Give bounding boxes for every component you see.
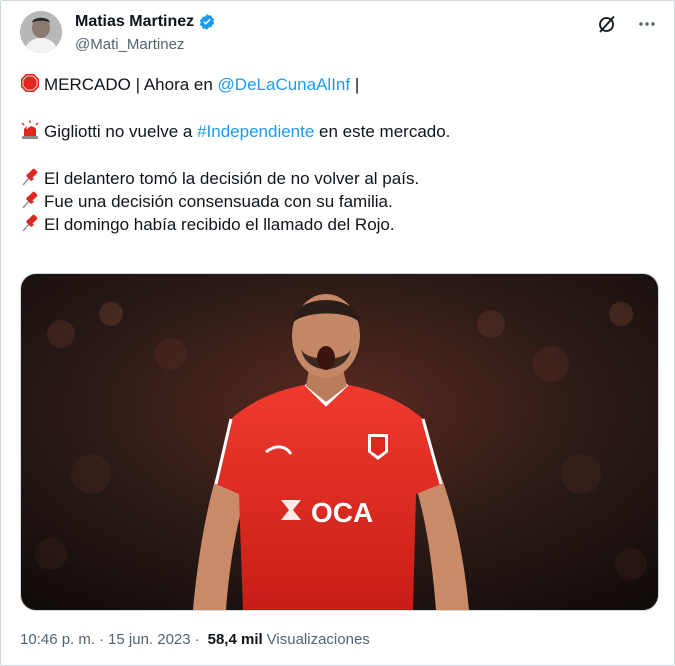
grok-icon[interactable] bbox=[596, 13, 618, 35]
tweet-line-5-text: El domingo había recibido el llamado del… bbox=[44, 215, 395, 234]
tweet-line-3-text: El delantero tomó la decisión de no volv… bbox=[44, 169, 420, 188]
tweet-line-1-text: MERCADO | Ahora en bbox=[44, 75, 218, 94]
pushpin-emoji bbox=[20, 213, 40, 233]
pushpin-emoji bbox=[20, 167, 40, 187]
verified-badge-icon bbox=[198, 13, 216, 31]
views-label[interactable]: Visualizaciones bbox=[267, 631, 370, 648]
mention-link[interactable]: @DeLaCunaAlInf bbox=[218, 75, 351, 94]
pushpin-emoji bbox=[20, 190, 40, 210]
tweet-line-1: MERCADO | Ahora en @DeLaCunaAlInf | bbox=[20, 73, 660, 96]
tweet-text: MERCADO | Ahora en @DeLaCunaAlInf | Gigl… bbox=[20, 73, 660, 236]
tweet-line-3: El delantero tomó la decisión de no volv… bbox=[20, 167, 660, 190]
tweet-line-2-text: Gigliotti no vuelve a bbox=[44, 122, 198, 141]
tweet-line-5: El domingo había recibido el llamado del… bbox=[20, 213, 660, 236]
author-name[interactable]: Matias Martinez bbox=[75, 13, 194, 31]
meta-separator: · bbox=[194, 631, 200, 648]
views-count: 58,4 mil bbox=[207, 631, 263, 648]
tweet-actions-top bbox=[596, 13, 658, 35]
tweet-time[interactable]: 10:46 p. m. bbox=[20, 631, 95, 648]
author-block: Matias Martinez @Mati_Martinez bbox=[75, 11, 216, 53]
author-handle[interactable]: @Mati_Martinez bbox=[75, 36, 216, 53]
svg-text:OCA: OCA bbox=[311, 497, 373, 528]
tweet-photo[interactable]: OCA bbox=[20, 273, 659, 611]
rotating-light-emoji bbox=[20, 120, 40, 140]
tweet-line-2-suffix: en este mercado. bbox=[314, 122, 451, 141]
tweet-date[interactable]: 15 jun. 2023 bbox=[108, 631, 191, 648]
stop-sign-emoji bbox=[20, 73, 40, 93]
avatar[interactable] bbox=[20, 11, 62, 53]
tweet-line-1-suffix: | bbox=[350, 75, 360, 94]
tweet-line-4-text: Fue una decisión consensuada con su fami… bbox=[44, 192, 393, 211]
tweet-line-2: Gigliotti no vuelve a #Independiente en … bbox=[20, 120, 660, 143]
meta-separator: · bbox=[99, 631, 105, 648]
more-icon[interactable] bbox=[636, 13, 658, 35]
tweet-card: Matias Martinez @Mati_Martinez MERCADO |… bbox=[0, 0, 675, 666]
hashtag-link[interactable]: #Independiente bbox=[197, 122, 314, 141]
tweet-meta: 10:46 p. m. · 15 jun. 2023 · 58,4 mil Vi… bbox=[20, 631, 370, 648]
tweet-line-4: Fue una decisión consensuada con su fami… bbox=[20, 190, 660, 213]
